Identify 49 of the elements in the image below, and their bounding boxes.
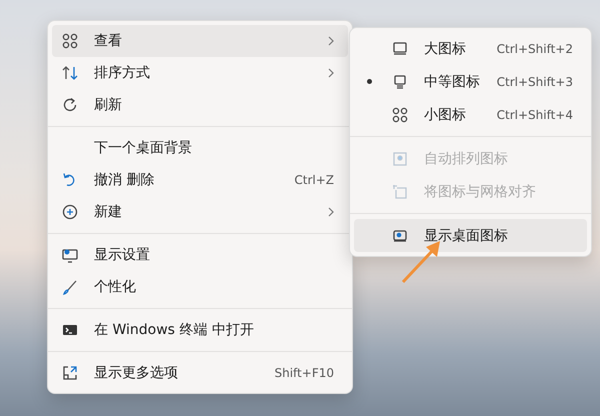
grid-icon [62,33,78,49]
menu-item[interactable]: 小图标 Ctrl+Shift+4 [354,98,587,131]
shortcut-text: Shift+F10 [274,366,334,380]
shortcut-text: Ctrl+Shift+2 [496,42,573,56]
menu-item-label: 显示更多选项 [94,364,178,382]
shortcut-text: Ctrl+Shift+4 [496,108,573,122]
menu-item-label: 刷新 [94,96,122,114]
menu-item[interactable]: 显示桌面图标 [354,219,587,252]
expand-window-icon [62,365,78,381]
menu-item[interactable]: 查看 [52,25,348,57]
grid-align-icon [392,184,408,200]
menu-item-label: 显示设置 [94,246,150,264]
monitor-gear-icon [62,247,78,263]
menu-item-label: 新建 [94,203,122,221]
monitor-icon [392,74,408,90]
menu-item-label: 下一个桌面背景 [94,139,192,157]
menu-item[interactable]: 新建 [52,196,348,228]
menu-item[interactable]: 在 Windows 终端 中打开 [52,314,348,346]
menu-item-label: 自动排列图标 [424,150,508,168]
auto-arrange-icon [392,150,408,166]
menu-item-label: 排序方式 [94,64,150,82]
menu-item[interactable]: 显示更多选项 Shift+F10 [52,357,348,389]
menu-item-label: 中等图标 [424,72,480,90]
menu-item-label: 撤消 删除 [94,171,154,189]
menu-item-label: 将图标与网格对齐 [424,182,536,200]
menu-item-label: 个性化 [94,278,136,296]
refresh-icon [62,97,78,113]
menu-item[interactable]: 下一个桌面背景 [52,132,348,164]
menu-item-label: 查看 [94,32,122,50]
menu-item[interactable]: 排序方式 [52,57,348,89]
menu-item[interactable]: 个性化 [52,271,348,303]
sort-arrows-icon [62,65,78,81]
shortcut-text: Ctrl+Z [294,173,334,187]
monitor-icon [392,40,408,56]
add-icon [62,204,78,220]
menu-item-label: 在 Windows 终端 中打开 [94,321,254,339]
menu-item-label: 小图标 [424,106,466,124]
terminal-icon [62,322,78,338]
menu-item[interactable]: 大图标 Ctrl+Shift+2 [354,32,587,65]
menu-item[interactable]: 中等图标 Ctrl+Shift+3 [354,65,587,98]
grid-icon [392,106,408,122]
menu-item[interactable]: 显示设置 [52,239,348,271]
menu-item-label: 显示桌面图标 [424,226,508,244]
brush-icon [62,279,78,295]
menu-item[interactable]: 刷新 [52,89,348,121]
menu-item-label: 大图标 [424,40,466,58]
menu-item[interactable]: 撤消 删除 Ctrl+Z [52,164,348,196]
shortcut-text: Ctrl+Shift+3 [496,74,573,88]
desktop-icon [392,228,408,244]
